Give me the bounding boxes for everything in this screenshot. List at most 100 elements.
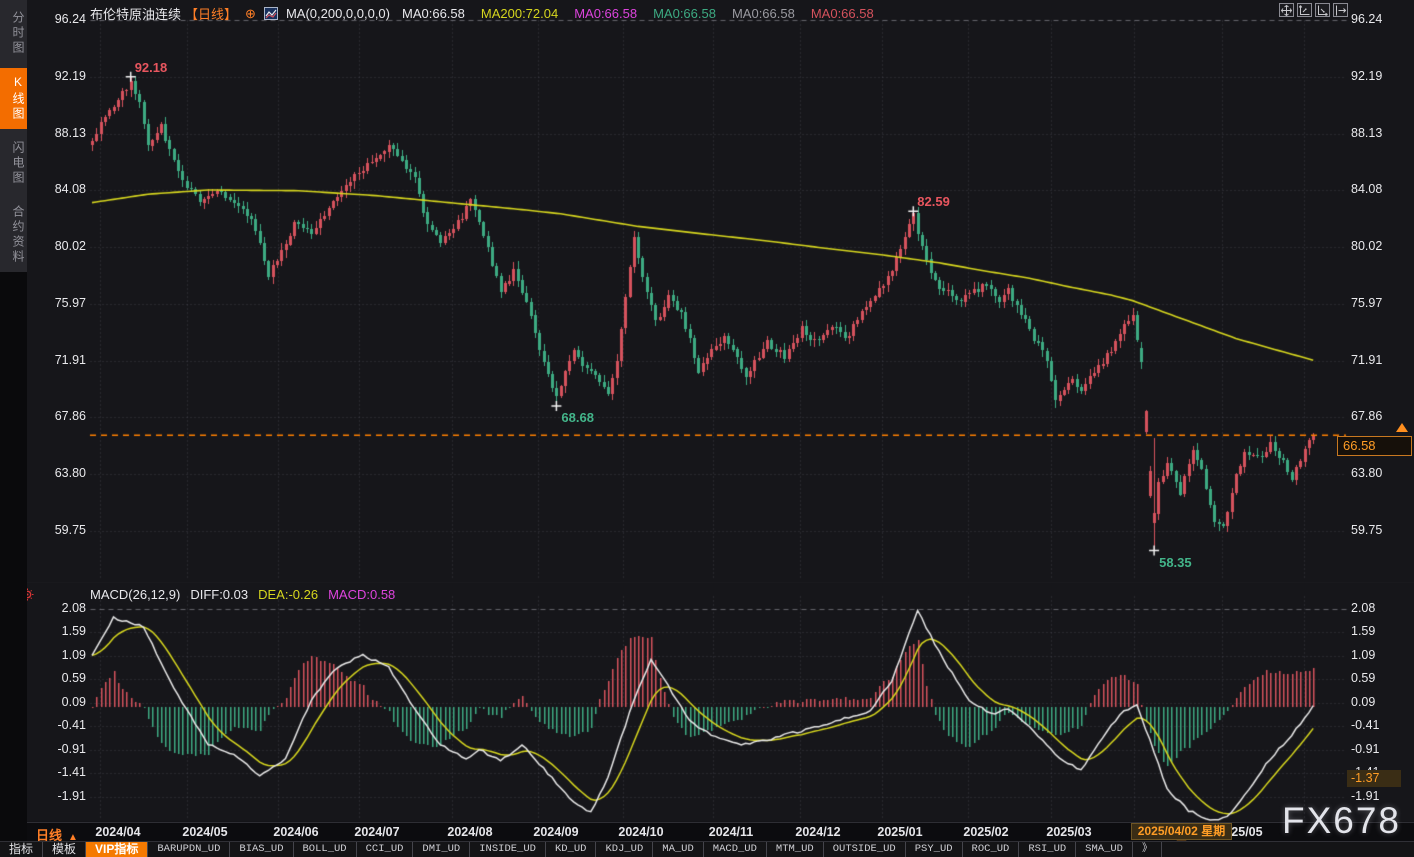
month-label-2024-04: 2024/04 [95, 825, 141, 839]
macd-name: MACD(26,12,9) [90, 587, 181, 602]
macd-macd-value: MACD:0.58 [328, 587, 396, 602]
tab-dmi_ud[interactable]: DMI_UD [413, 842, 471, 857]
annotation-low-58-35: 58.35 [1159, 554, 1192, 570]
tab-rsi_ud[interactable]: RSI_UD [1019, 842, 1077, 857]
price-axis-label-right: 96.24 [1351, 12, 1383, 26]
price-axis-label-right: 1.59 [1351, 624, 1376, 639]
period-tag: 【日线】 [185, 6, 238, 22]
price-axis-label-right: 92.19 [1351, 68, 1383, 83]
month-label-2024-11: 2024/11 [708, 825, 754, 839]
price-axis-label-left: 0.59 [61, 671, 86, 686]
tab-VIP指标[interactable]: VIP指标 [86, 842, 149, 857]
axis-shift-icon[interactable] [1333, 3, 1348, 17]
macd-crosshair-tag: -1.37 [1347, 770, 1401, 787]
tab-kd_ud[interactable]: KD_UD [546, 842, 597, 857]
tab-barupdn_ud[interactable]: BARUPDN_UD [148, 842, 231, 857]
price-axis-label-left: 1.59 [61, 624, 86, 639]
tab-cci_ud[interactable]: CCI_UD [357, 842, 414, 857]
price-axis-label-right: 0.59 [1351, 671, 1376, 686]
tab-ma_ud[interactable]: MA_UD [653, 842, 704, 857]
sidebar-tab-strip: 分时图 K线图闪电图合约资料 [0, 0, 27, 272]
ma-readout: MA0:66.58 [574, 5, 638, 21]
tab-macd_ud[interactable]: MACD_UD [704, 842, 767, 857]
axis-right-icon[interactable] [1315, 3, 1330, 17]
price-axis-label-left: 84.08 [54, 182, 86, 197]
macd-dea-value: DEA:-0.26 [258, 587, 319, 602]
tab-指标[interactable]: 指标 [0, 842, 44, 857]
tab-mtm_ud[interactable]: MTM_UD [767, 842, 824, 857]
price-chart-canvas[interactable] [0, 0, 1414, 857]
price-axis-label-left: 67.86 [54, 409, 86, 424]
price-axis-label-right: 88.13 [1351, 125, 1383, 140]
price-axis-label-left: 1.09 [61, 647, 86, 662]
sidebar-tab-合约资料[interactable]: 合约资料 [0, 198, 27, 272]
price-axis-label-left: -0.91 [57, 741, 87, 756]
tab-inside_ud[interactable]: INSIDE_UD [470, 842, 546, 857]
mini-chart-icon[interactable] [263, 6, 278, 20]
price-axis-label-left: 80.02 [54, 239, 86, 254]
price-axis-label-left: -1.91 [57, 788, 87, 803]
month-label-2025-01: 2025/01 [877, 825, 923, 839]
sidebar-tab-K线图[interactable]: K线图 [0, 68, 27, 129]
annotation-high-92-18: 92.18 [134, 59, 168, 75]
price-axis-label-right: -0.91 [1351, 741, 1380, 756]
price-axis-label-right: 75.97 [1351, 295, 1383, 310]
chart-topbar: 布伦特原油连续 【日线】 ⊕ MA(0,200,0,0,0,0) MA0:66.… [90, 5, 874, 22]
ma-readout: MA200:72.04 [480, 5, 559, 21]
indicator-tab-bar: 指标 模板 VIP指标 BARUPDN_UD BIAS_UD BOLL_UD CCI_UD D… [0, 841, 1414, 857]
fx678-watermark: FX678 [1282, 800, 1402, 841]
price-axis-label-left: -0.41 [57, 718, 87, 733]
price-axis-label-right: 67.86 [1351, 409, 1383, 424]
ma-readout: MA0:66.58 [402, 5, 465, 21]
tab-kdj_ud[interactable]: KDJ_UD [596, 842, 654, 857]
month-label-2024-08: 2024/08 [447, 825, 493, 839]
latest-price-tag: 66.58 [1337, 436, 1412, 456]
tab-roc_ud[interactable]: ROC_UD [963, 842, 1020, 857]
price-axis-label-right: 2.08 [1351, 601, 1376, 616]
price-axis-label-left: 2.08 [61, 601, 86, 616]
window-buttons [1279, 3, 1348, 17]
price-axis-label-left: 88.13 [54, 125, 86, 140]
price-axis-label-left: -1.41 [57, 765, 87, 780]
ma-readout: MA0:66.58 [653, 5, 716, 21]
price-axis-label-right: -0.41 [1351, 718, 1380, 733]
month-label-2024-06: 2024/06 [273, 825, 319, 839]
left-sidebar: 分时图 K线图闪电图合约资料 [0, 0, 27, 857]
price-marker-arrow-icon [1396, 423, 1408, 432]
tab-模板[interactable]: 模板 [43, 842, 87, 857]
price-axis-label-right: 59.75 [1351, 523, 1383, 537]
month-label-2024-07: 2024/07 [354, 825, 400, 839]
sidebar-tab-闪电图[interactable]: 闪电图 [0, 134, 27, 193]
month-label-2024-09: 2024/09 [533, 825, 579, 839]
tab-psy_ud[interactable]: PSY_UD [906, 842, 963, 857]
price-axis-label-left: 92.19 [54, 68, 86, 83]
price-axis-label-left: 0.09 [61, 694, 86, 709]
instrument-title: 布伦特原油连续 [90, 6, 182, 22]
price-axis-label-left: 71.91 [54, 352, 86, 367]
month-label-2024-12: 2024/12 [795, 825, 841, 839]
sidebar-tab-分时图[interactable]: 分时图 [0, 4, 27, 63]
axis-up-icon[interactable] [1297, 3, 1312, 17]
move-icon[interactable] [1279, 3, 1294, 17]
price-axis-label-left: 75.97 [54, 295, 86, 310]
annotation-low-68-68: 68.68 [561, 409, 594, 425]
month-label-2025-02: 2025/02 [963, 825, 1009, 839]
annotation-high-82-59: 82.59 [917, 194, 950, 210]
tab-boll_ud[interactable]: BOLL_UD [294, 842, 357, 857]
ma-readout: MA0:66.58 [810, 5, 874, 21]
month-label-2024-10: 2024/10 [618, 825, 664, 839]
tab-bias_ud[interactable]: BIAS_UD [230, 842, 294, 857]
ma-readout: MA0:66.58 [731, 5, 795, 21]
tabs-more-button[interactable]: 》 [1133, 842, 1163, 857]
ma-values: MA0:66.58 MA200:72.04 MA0:66.58 MA0:66.58 MA… [398, 6, 874, 21]
tab-outside_ud[interactable]: OUTSIDE_UD [824, 842, 906, 857]
price-axis-label-right: 71.91 [1351, 352, 1383, 367]
ma-settings-label: MA(0,200,0,0,0,0) [285, 5, 390, 21]
price-axis-label-right: 0.09 [1351, 694, 1376, 709]
tab-sma_ud[interactable]: SMA_UD [1076, 842, 1133, 857]
circle-plus-icon[interactable]: ⊕ [245, 7, 256, 20]
price-axis-label-right: 84.08 [1351, 182, 1383, 197]
month-label-2025-03: 2025/03 [1046, 825, 1092, 839]
price-axis-label-left: 59.75 [54, 523, 86, 537]
crosshair-date-box: 2025/04/02 星期三 [1131, 823, 1232, 853]
